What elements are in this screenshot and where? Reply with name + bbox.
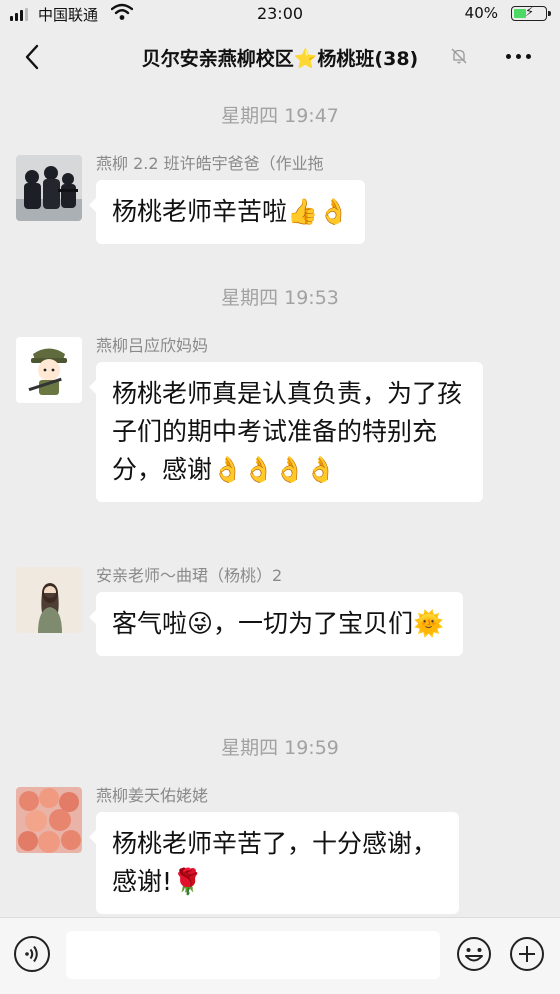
battery-percent: 40% <box>464 4 498 22</box>
input-bar <box>0 917 560 994</box>
message-input[interactable] <box>66 931 440 979</box>
avatar[interactable] <box>16 337 82 403</box>
sender-name: 燕柳 2.2 班许皓宇爸爸（作业拖 <box>96 154 324 173</box>
battery-icon: ⚡ <box>511 5 551 21</box>
bell-off-icon <box>451 48 467 64</box>
more-dots-icon[interactable] <box>504 44 534 68</box>
message-bubble[interactable]: 客气啦😜，一切为了宝贝们🌞 <box>89 592 463 656</box>
plus-circle-icon[interactable] <box>509 936 545 972</box>
timestamp: 星期四 19:59 <box>221 737 339 759</box>
message-bubble[interactable]: 杨桃老师真是认真负责，为了孩子们的期中考试准备的特别充分，感谢👌👌👌👌 <box>89 362 483 502</box>
timestamp: 星期四 19:47 <box>221 105 339 127</box>
avatar[interactable] <box>16 567 82 633</box>
chevron-left-icon[interactable] <box>18 42 48 72</box>
status-bar: 中国联通 23:00 40% ⚡ <box>0 0 560 28</box>
chat-title[interactable]: 贝尔安亲燕柳校区⭐杨桃班(38) <box>70 44 490 71</box>
avatar[interactable] <box>16 787 82 853</box>
message-bubble[interactable]: 杨桃老师辛苦啦👍👌 <box>88 180 366 244</box>
sender-name: 燕柳吕应欣妈妈 <box>96 336 209 355</box>
message-bubble[interactable]: 杨桃老师辛苦了，十分感谢，感谢!🌹 <box>89 812 459 914</box>
avatar[interactable] <box>16 155 82 221</box>
chat-header: 贝尔安亲燕柳校区⭐杨桃班(38) <box>0 28 560 86</box>
sender-name: 燕柳姜天佑姥姥 <box>96 786 209 805</box>
voice-icon[interactable] <box>14 936 50 972</box>
sender-name: 安亲老师～曲珺（杨桃）2 <box>96 566 283 585</box>
timestamp: 星期四 19:53 <box>221 287 339 309</box>
emoji-icon[interactable] <box>456 936 492 972</box>
